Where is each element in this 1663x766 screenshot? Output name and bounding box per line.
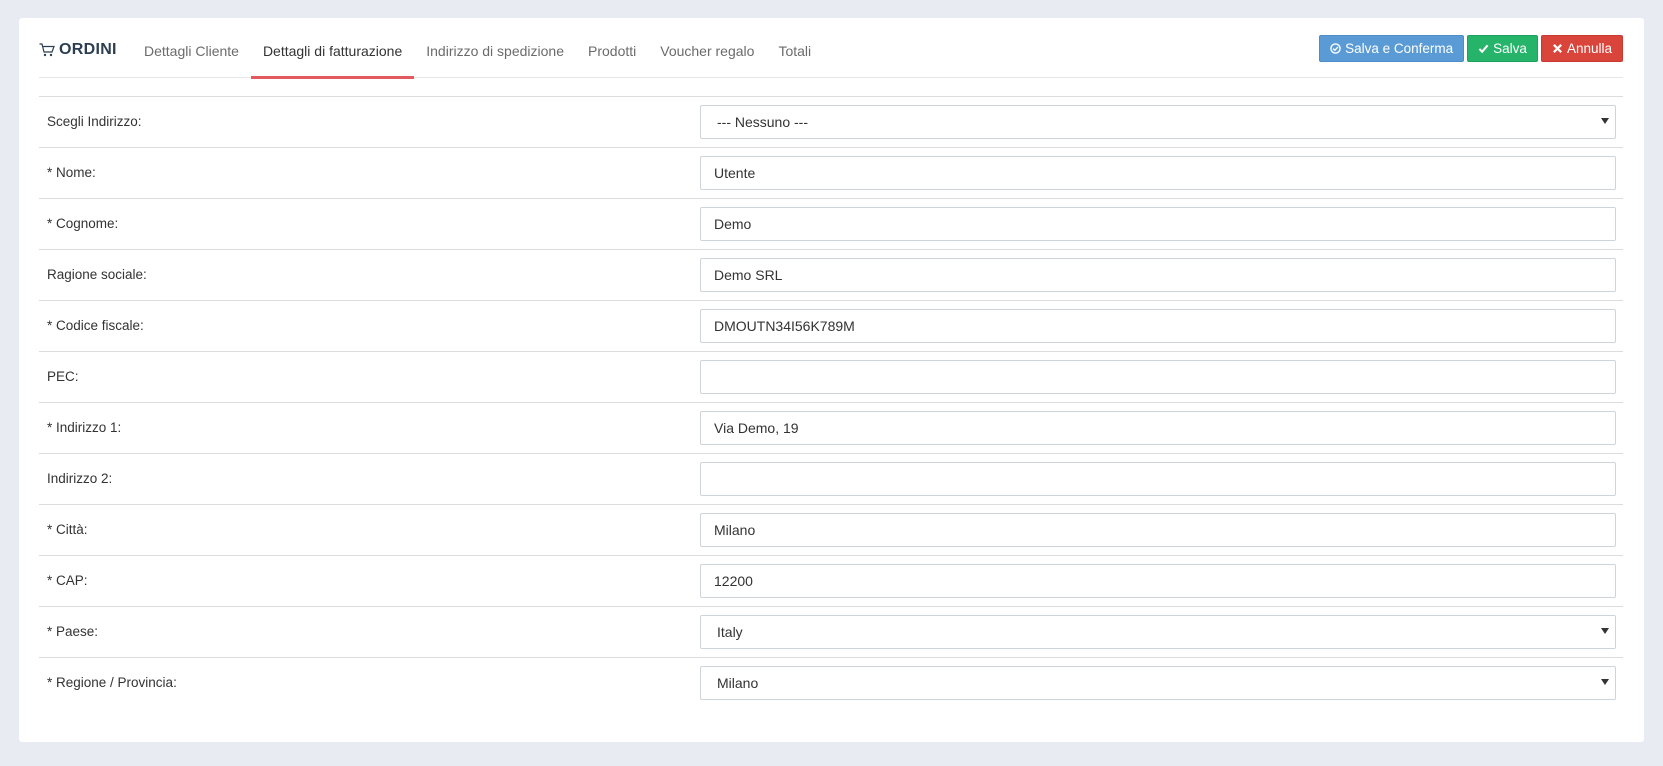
pec-input[interactable] bbox=[700, 360, 1616, 394]
tax-code-label: * Codice fiscale: bbox=[47, 318, 144, 333]
last-name-label: * Cognome: bbox=[47, 216, 119, 231]
tab-products[interactable]: Prodotti bbox=[576, 18, 648, 78]
shopping-cart-icon bbox=[39, 43, 55, 57]
form-row-pec: PEC: bbox=[39, 352, 1623, 403]
panel-header: ORDINI Dettagli Cliente Dettagli di fatt… bbox=[39, 18, 1623, 79]
address2-input[interactable] bbox=[700, 462, 1616, 496]
first-name-input[interactable] bbox=[700, 156, 1616, 190]
address1-input[interactable] bbox=[700, 411, 1616, 445]
save-and-confirm-label: Salva e Conferma bbox=[1345, 41, 1454, 56]
billing-form: Scegli Indirizzo: --- Nessuno --- * Nome… bbox=[39, 96, 1623, 709]
country-label: * Paese: bbox=[47, 624, 99, 639]
address1-label: * Indirizzo 1: bbox=[47, 420, 122, 435]
form-row-postcode: * CAP: bbox=[39, 556, 1623, 607]
company-label: Ragione sociale: bbox=[47, 267, 147, 282]
form-row-first-name: * Nome: bbox=[39, 148, 1623, 199]
first-name-label: * Nome: bbox=[47, 165, 96, 180]
address2-label: Indirizzo 2: bbox=[47, 471, 113, 486]
country-value: Italy bbox=[717, 624, 743, 640]
choose-address-value: --- Nessuno --- bbox=[717, 114, 809, 130]
pec-label: PEC: bbox=[47, 369, 79, 384]
tax-code-input[interactable] bbox=[700, 309, 1616, 343]
form-row-choose-address: Scegli Indirizzo: --- Nessuno --- bbox=[39, 97, 1623, 148]
close-icon bbox=[1553, 44, 1562, 53]
tab-billing-details[interactable]: Dettagli di fatturazione bbox=[250, 18, 415, 79]
form-row-region: * Regione / Provincia: Milano bbox=[39, 658, 1623, 709]
chevron-down-icon bbox=[1601, 118, 1609, 124]
brand-title: ORDINI bbox=[59, 41, 117, 58]
tab-customer-details[interactable]: Dettagli Cliente bbox=[132, 18, 251, 78]
form-row-tax-code: * Codice fiscale: bbox=[39, 301, 1623, 352]
postcode-label: * CAP: bbox=[47, 573, 88, 588]
tab-totals[interactable]: Totali bbox=[766, 18, 823, 78]
region-value: Milano bbox=[717, 675, 759, 691]
cancel-button[interactable]: Annulla bbox=[1540, 35, 1623, 62]
tab-shipping-address[interactable]: Indirizzo di spedizione bbox=[414, 18, 576, 78]
check-icon bbox=[1478, 44, 1489, 54]
action-buttons: Salva e Conferma Salva Annulla bbox=[1319, 35, 1623, 62]
form-row-company: Ragione sociale: bbox=[39, 250, 1623, 301]
cancel-label: Annulla bbox=[1566, 41, 1612, 56]
form-row-country: * Paese: Italy bbox=[39, 607, 1623, 658]
tab-gift-voucher[interactable]: Voucher regalo bbox=[648, 18, 766, 78]
chevron-down-icon bbox=[1601, 679, 1609, 685]
tab-bar: Dettagli Cliente Dettagli di fatturazion… bbox=[132, 18, 823, 79]
region-select[interactable]: Milano bbox=[700, 666, 1616, 700]
company-input[interactable] bbox=[700, 258, 1616, 292]
form-row-city: * Città: bbox=[39, 505, 1623, 556]
chevron-down-icon bbox=[1601, 628, 1609, 634]
postcode-input[interactable] bbox=[700, 564, 1616, 598]
brand: ORDINI bbox=[39, 39, 117, 61]
order-panel: ORDINI Dettagli Cliente Dettagli di fatt… bbox=[19, 18, 1644, 742]
last-name-input[interactable] bbox=[700, 207, 1616, 241]
save-label: Salva bbox=[1493, 41, 1527, 56]
save-button[interactable]: Salva bbox=[1467, 35, 1538, 62]
check-circle-icon bbox=[1330, 43, 1341, 54]
city-label: * Città: bbox=[47, 522, 88, 537]
form-row-address1: * Indirizzo 1: bbox=[39, 403, 1623, 454]
form-row-address2: Indirizzo 2: bbox=[39, 454, 1623, 505]
form-row-last-name: * Cognome: bbox=[39, 199, 1623, 250]
city-input[interactable] bbox=[700, 513, 1616, 547]
choose-address-select[interactable]: --- Nessuno --- bbox=[700, 105, 1616, 139]
choose-address-label: Scegli Indirizzo: bbox=[47, 114, 142, 129]
region-label: * Regione / Provincia: bbox=[47, 675, 177, 690]
country-select[interactable]: Italy bbox=[700, 615, 1616, 649]
save-and-confirm-button[interactable]: Salva e Conferma bbox=[1319, 35, 1465, 62]
